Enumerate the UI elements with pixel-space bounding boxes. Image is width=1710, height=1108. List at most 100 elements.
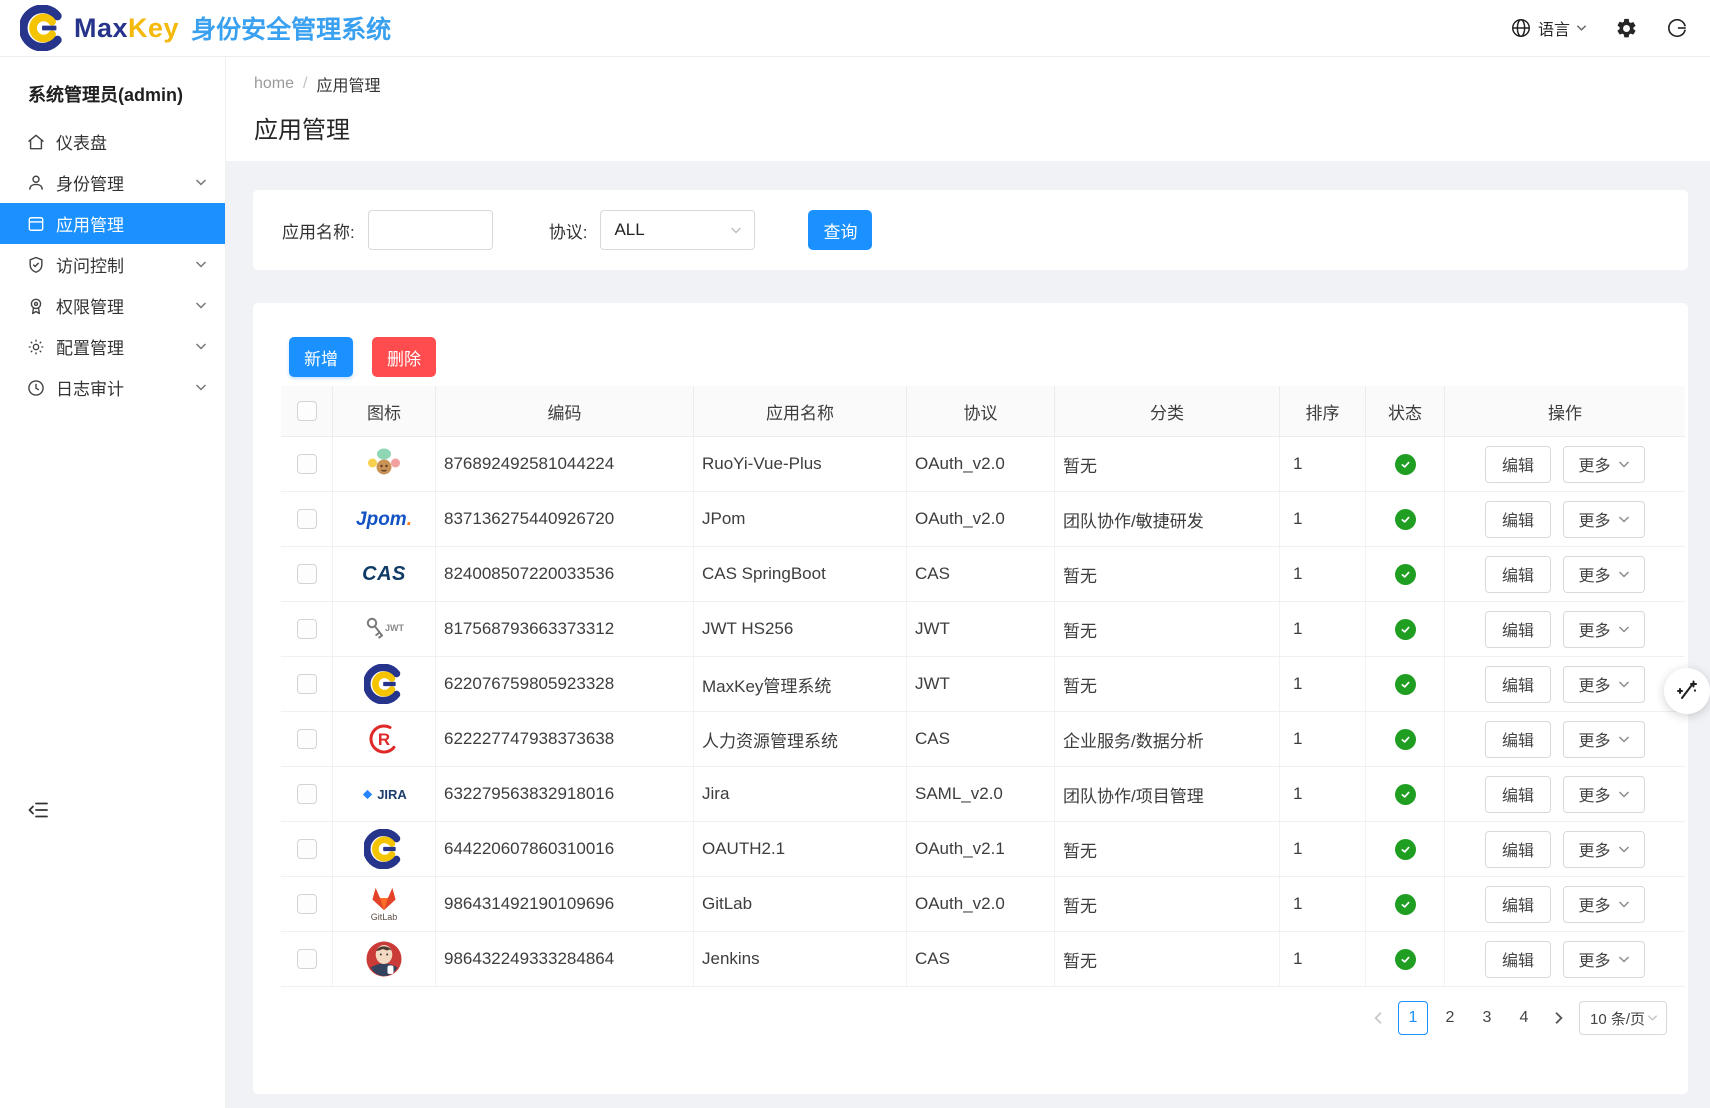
- add-button[interactable]: 新增: [289, 337, 353, 377]
- breadcrumb-home-link[interactable]: home: [254, 75, 294, 93]
- delete-button[interactable]: 删除: [372, 337, 436, 377]
- status-cell: [1366, 767, 1445, 821]
- select-all-checkbox[interactable]: [297, 401, 317, 421]
- sidebar-item-config[interactable]: 配置管理: [0, 326, 225, 367]
- top-header: MaxKey 身份安全管理系统 语言: [0, 0, 1710, 57]
- row-select-cell: [281, 767, 333, 821]
- language-switcher[interactable]: 语言: [1510, 16, 1587, 40]
- status-cell: [1366, 932, 1445, 986]
- app-logo-ruoyi-icon: [363, 443, 405, 485]
- app-protocol: OAuth_v2.0: [907, 492, 1055, 546]
- sidebar-item-identity[interactable]: 身份管理: [0, 162, 225, 203]
- status-cell: [1366, 492, 1445, 546]
- app-logo-hr-icon: R: [367, 722, 401, 756]
- row-checkbox[interactable]: [297, 564, 317, 584]
- menu-fold-icon[interactable]: [26, 798, 50, 822]
- edit-button[interactable]: 编辑: [1485, 831, 1551, 868]
- edit-button[interactable]: 编辑: [1485, 501, 1551, 538]
- app-category: 团队协作/敏捷研发: [1055, 492, 1280, 546]
- app-name: CAS SpringBoot: [694, 547, 907, 601]
- sidebar-item-permissions[interactable]: 权限管理: [0, 285, 225, 326]
- filter-panel: 应用名称: 协议: ALL 查询: [253, 190, 1688, 270]
- page-number-2[interactable]: 2: [1435, 1001, 1465, 1035]
- more-button[interactable]: 更多: [1563, 446, 1645, 483]
- sidebar-item-dashboard[interactable]: 仪表盘: [0, 121, 225, 162]
- more-button[interactable]: 更多: [1563, 501, 1645, 538]
- breadcrumb: home / 应用管理: [254, 72, 1710, 96]
- search-button[interactable]: 查询: [808, 210, 872, 250]
- more-button-label: 更多: [1578, 672, 1610, 696]
- more-button[interactable]: 更多: [1563, 721, 1645, 758]
- sidebar-item-apps[interactable]: 应用管理: [0, 203, 225, 244]
- row-checkbox[interactable]: [297, 619, 317, 639]
- app-code: 986432249333284864: [436, 932, 694, 986]
- more-button[interactable]: 更多: [1563, 611, 1645, 648]
- edit-button[interactable]: 编辑: [1485, 941, 1551, 978]
- logout-icon[interactable]: [1666, 17, 1688, 39]
- more-button[interactable]: 更多: [1563, 556, 1645, 593]
- edit-button[interactable]: 编辑: [1485, 721, 1551, 758]
- sidebar-item-audit[interactable]: 日志审计: [0, 367, 225, 408]
- app-protocol: JWT: [907, 657, 1055, 711]
- protocol-select-value: ALL: [614, 220, 644, 240]
- page-number-4[interactable]: 4: [1509, 1001, 1539, 1035]
- prev-page-icon[interactable]: [1368, 1011, 1388, 1025]
- app-code: 632279563832918016: [436, 767, 694, 821]
- edit-button[interactable]: 编辑: [1485, 611, 1551, 648]
- edit-button[interactable]: 编辑: [1485, 446, 1551, 483]
- app-name: MaxKey管理系统: [694, 657, 907, 711]
- page-number-1[interactable]: 1: [1398, 1001, 1428, 1035]
- sidebar-item-label: 身份管理: [56, 170, 124, 195]
- app-protocol: OAuth_v2.0: [907, 437, 1055, 491]
- row-checkbox[interactable]: [297, 784, 317, 804]
- next-page-icon[interactable]: [1549, 1011, 1569, 1025]
- app-category: 暂无: [1055, 657, 1280, 711]
- app-protocol: JWT: [907, 602, 1055, 656]
- edit-button[interactable]: 编辑: [1485, 556, 1551, 593]
- app-category: 暂无: [1055, 877, 1280, 931]
- app-logo-jwt-icon: JWT: [363, 614, 405, 644]
- app-name-input[interactable]: [368, 210, 493, 250]
- row-checkbox[interactable]: [297, 949, 317, 969]
- sidebar-item-label: 权限管理: [56, 293, 124, 318]
- app-logo-cell: JWT: [333, 602, 436, 656]
- app-sort: 1: [1280, 547, 1366, 601]
- app-logo-cell: [333, 657, 436, 711]
- app-name: Jenkins: [694, 932, 907, 986]
- chevron-down-icon: [1618, 735, 1630, 744]
- more-button[interactable]: 更多: [1563, 666, 1645, 703]
- more-button[interactable]: 更多: [1563, 831, 1645, 868]
- app-name: RuoYi-Vue-Plus: [694, 437, 907, 491]
- more-button[interactable]: 更多: [1563, 941, 1645, 978]
- table-toolbar: 新增 删除: [253, 303, 1688, 377]
- page-number-3[interactable]: 3: [1472, 1001, 1502, 1035]
- floating-magic-wand-button[interactable]: [1664, 668, 1710, 714]
- row-checkbox[interactable]: [297, 509, 317, 529]
- table-row: JWT817568793663373312JWT HS256JWT暂无1编辑更多: [281, 602, 1685, 657]
- status-cell: [1366, 822, 1445, 876]
- edit-button[interactable]: 编辑: [1485, 886, 1551, 923]
- edit-button[interactable]: 编辑: [1485, 666, 1551, 703]
- edit-button[interactable]: 编辑: [1485, 776, 1551, 813]
- more-button[interactable]: 更多: [1563, 886, 1645, 923]
- row-checkbox[interactable]: [297, 454, 317, 474]
- actions-cell: 编辑更多: [1445, 822, 1685, 876]
- table-header-row: 图标 编码 应用名称 协议 分类 排序 状态 操作: [281, 386, 1685, 437]
- actions-cell: 编辑更多: [1445, 437, 1685, 491]
- page-size-select[interactable]: 10 条/页: [1579, 1001, 1667, 1035]
- chevron-down-icon: [195, 260, 207, 269]
- row-checkbox[interactable]: [297, 674, 317, 694]
- row-checkbox[interactable]: [297, 894, 317, 914]
- row-checkbox[interactable]: [297, 839, 317, 859]
- row-checkbox[interactable]: [297, 729, 317, 749]
- status-enabled-icon: [1395, 674, 1416, 695]
- protocol-select[interactable]: ALL: [600, 210, 755, 250]
- more-button[interactable]: 更多: [1563, 776, 1645, 813]
- user-icon: [26, 173, 46, 193]
- settings-gear-icon[interactable]: [1615, 17, 1638, 40]
- pagination: 1234 10 条/页: [253, 1001, 1667, 1035]
- status-cell: [1366, 602, 1445, 656]
- table-panel: 新增 删除 图标 编码 应用名称 协议 分类 排序 状态 操作 87689249…: [253, 303, 1688, 1094]
- status-cell: [1366, 547, 1445, 601]
- sidebar-item-access[interactable]: 访问控制: [0, 244, 225, 285]
